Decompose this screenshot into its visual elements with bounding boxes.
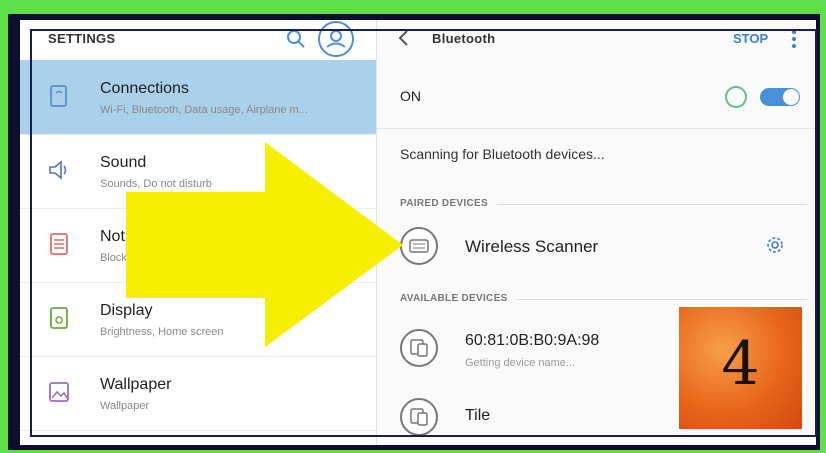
step-number-badge: 4 [679,307,802,429]
step-number: 4 [721,329,760,399]
